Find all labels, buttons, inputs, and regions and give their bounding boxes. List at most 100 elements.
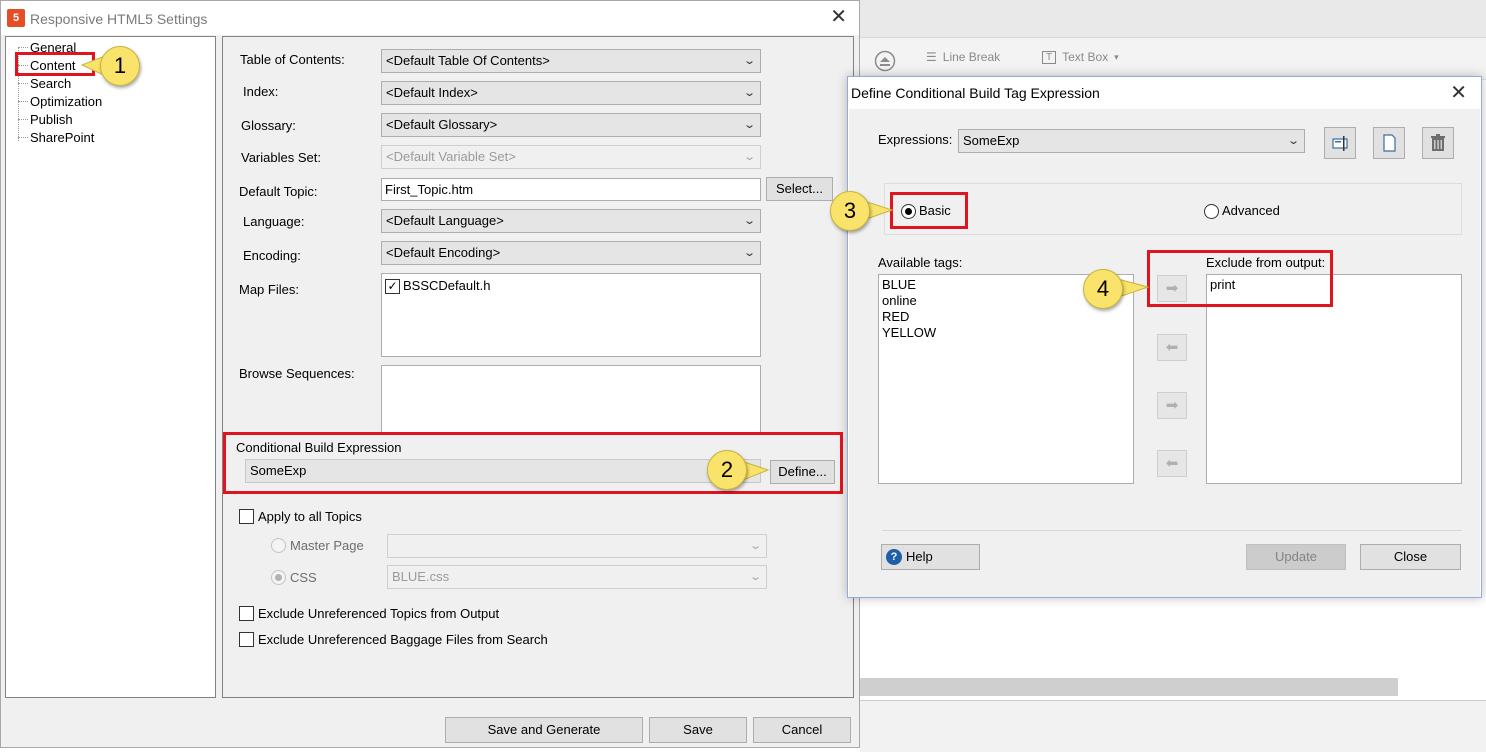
line-break-label: Line Break [942,50,1001,64]
add-all-button[interactable]: ➡ [1157,392,1187,419]
variables-label: Variables Set: [241,150,321,165]
rename-expression-button[interactable] [1324,127,1356,159]
expressions-select[interactable]: SomeExp ⌄ [958,129,1305,153]
help-icon: ? [886,549,902,565]
new-expression-button[interactable] [1373,127,1405,159]
css-label: CSS [290,570,317,585]
eject-icon[interactable] [874,50,896,72]
chevron-down-icon: ⌄ [748,540,762,552]
index-value: <Default Index> [386,85,478,100]
mode-groupbox [884,183,1462,235]
tree-connector [18,119,28,120]
language-label: Language: [243,214,305,229]
tree-connector [18,137,28,138]
exclude-topics-checkbox[interactable] [239,606,254,621]
apply-all-label: Apply to all Topics [258,509,362,524]
tree-connector [18,83,28,84]
toc-value: <Default Table Of Contents> [386,53,550,68]
text-box-icon: T [1042,50,1057,64]
update-button[interactable]: Update [1246,544,1346,570]
select-button[interactable]: Select... [766,177,833,201]
dialog-title: Define Conditional Build Tag Expression [851,85,1100,101]
html5-icon: 5 [7,9,25,27]
css-select[interactable]: BLUE.css ⌄ [387,565,767,589]
apply-all-checkbox[interactable] [239,509,254,524]
language-select[interactable]: <Default Language> ⌄ [381,209,761,233]
browse-sequences-list[interactable] [381,365,761,435]
tree-connector [18,101,28,102]
encoding-label: Encoding: [243,248,301,263]
advanced-label: Advanced [1222,203,1280,218]
callout-4: 4 [1083,269,1123,309]
chevron-down-icon: ⌄ [742,87,756,99]
chevron-down-icon: ⌄ [1286,135,1300,147]
text-box-tool[interactable]: T Text Box ▾ [1042,50,1119,64]
map-files-list[interactable]: ✓ BSSCDefault.h [381,273,761,357]
trash-icon [1431,134,1445,151]
toc-select[interactable]: <Default Table Of Contents> ⌄ [381,49,761,73]
line-break-icon: ☰ [926,50,937,64]
chevron-down-icon: ⌄ [742,55,756,67]
expressions-value: SomeExp [963,133,1020,148]
background-top-strip [860,0,1486,38]
glossary-value: <Default Glossary> [386,117,498,132]
window-titlebar: 5 Responsive HTML5 Settings ✕ [1,1,859,35]
tree-item-sharepoint[interactable]: SharePoint [30,130,94,145]
glossary-label: Glossary: [241,118,296,133]
expressions-label: Expressions: [878,132,953,147]
arrow-left-icon: ⬅ [1165,339,1179,356]
tree-item-publish[interactable]: Publish [30,112,73,127]
settings-window: 5 Responsive HTML5 Settings ✕ General Co… [0,0,860,748]
default-topic-input[interactable]: First_Topic.htm [381,178,761,201]
exclude-topics-label: Exclude Unreferenced Topics from Output [258,606,500,621]
close-button[interactable]: Close [1360,544,1461,570]
index-select[interactable]: <Default Index> ⌄ [381,81,761,105]
glossary-select[interactable]: <Default Glossary> ⌄ [381,113,761,137]
chevron-down-icon: ⌄ [742,247,756,259]
chevron-down-icon: ⌄ [742,119,756,131]
css-radio[interactable] [271,570,286,585]
master-page-radio[interactable] [271,538,286,553]
delete-expression-button[interactable] [1422,127,1454,159]
encoding-select[interactable]: <Default Encoding> ⌄ [381,241,761,265]
remove-from-exclude-button[interactable]: ⬅ [1157,334,1187,361]
map-file-checkbox[interactable]: ✓ [385,279,400,294]
tree-item-search[interactable]: Search [30,76,71,91]
index-label: Index: [243,84,279,99]
background-scrollbar[interactable] [860,678,1398,696]
exclude-baggage-label: Exclude Unreferenced Baggage Files from … [258,632,548,647]
chevron-down-icon: ⌄ [748,571,762,583]
cancel-button[interactable]: Cancel [753,717,851,743]
highlight-basic [890,192,968,229]
available-tags-label: Available tags: [878,255,963,270]
remove-all-button[interactable]: ⬅ [1157,450,1187,477]
language-value: <Default Language> [386,213,504,228]
map-files-label: Map Files: [239,282,299,297]
close-icon[interactable]: ✕ [830,7,847,27]
help-button[interactable]: ? Help [881,544,980,570]
tag-item-yellow[interactable]: YELLOW [882,325,1130,341]
tag-item-red[interactable]: RED [882,309,1130,325]
highlight-exclude [1147,250,1333,307]
advanced-radio[interactable] [1204,204,1219,219]
master-page-label: Master Page [290,538,364,553]
double-arrow-left-icon: ⬅ [1165,455,1179,472]
help-label: Help [906,549,933,564]
save-button[interactable]: Save [649,717,747,743]
exclude-baggage-checkbox[interactable] [239,632,254,647]
master-page-select[interactable]: ⌄ [387,534,767,558]
chevron-down-icon: ⌄ [742,215,756,227]
tree-item-optimization[interactable]: Optimization [30,94,102,109]
line-break-tool[interactable]: ☰ Line Break [926,50,1000,64]
variables-select[interactable]: <Default Variable Set> ⌄ [381,145,761,169]
map-file-name: BSSCDefault.h [403,278,491,293]
double-arrow-right-icon: ➡ [1165,397,1179,414]
text-box-label: Text Box [1062,50,1109,64]
browse-sequences-label: Browse Sequences: [239,366,355,381]
divider [882,530,1462,531]
dropdown-arrow-icon: ▾ [1114,51,1119,62]
callout-2: 2 [707,450,747,490]
save-and-generate-button[interactable]: Save and Generate [445,717,643,743]
close-icon[interactable]: ✕ [1450,83,1467,103]
encoding-value: <Default Encoding> [386,245,501,260]
